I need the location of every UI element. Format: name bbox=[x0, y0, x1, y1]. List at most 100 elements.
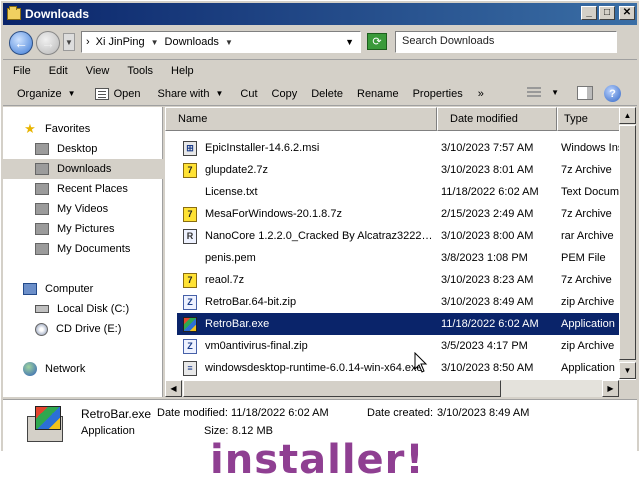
close-button[interactable]: ✕ bbox=[619, 6, 635, 20]
vertical-scrollbar[interactable]: ▲ ▼ bbox=[619, 107, 636, 379]
file-date-cell: 3/10/2023 8:49 AM bbox=[441, 296, 534, 308]
preview-pane-icon[interactable] bbox=[577, 86, 593, 100]
recent-places-icon bbox=[35, 183, 49, 195]
table-row[interactable]: ⊞ EpicInstaller-14.6.2.msi 3/10/2023 7:57 … bbox=[177, 137, 623, 159]
copy-button[interactable]: Copy bbox=[265, 84, 305, 104]
cut-button[interactable]: Cut bbox=[230, 84, 264, 104]
share-with-label: Share with bbox=[157, 87, 210, 100]
view-options-dropdown[interactable]: ▼ bbox=[551, 88, 559, 97]
file-date-cell: 3/10/2023 7:57 AM bbox=[441, 142, 534, 154]
chevron-down-icon[interactable]: ▼ bbox=[225, 38, 233, 47]
file-name-cell: RetroBar.exe bbox=[177, 316, 437, 332]
file-name-cell: Z RetroBar.64-bit.zip bbox=[177, 294, 437, 310]
details-date-modified-label: Date modified: bbox=[157, 407, 228, 419]
network-icon bbox=[23, 362, 37, 376]
table-row[interactable]: ≡ windowsdesktop-runtime-6.0.14-win-x64.e… bbox=[177, 357, 620, 379]
refresh-button[interactable]: ⟳ bbox=[367, 33, 387, 50]
breadcrumb[interactable]: › Xi JinPing ▼ Downloads ▼ ▼ bbox=[81, 31, 361, 53]
menu-tools[interactable]: Tools bbox=[118, 65, 162, 77]
file-name: EpicInstaller-14.6.2.msi bbox=[205, 142, 320, 154]
scroll-right-button[interactable]: ▶ bbox=[602, 380, 619, 397]
maximize-button[interactable]: □ bbox=[599, 6, 615, 20]
breadcrumb-downloads[interactable]: Downloads bbox=[165, 36, 219, 48]
menu-edit[interactable]: Edit bbox=[40, 65, 77, 77]
nav-my-pictures-label: My Pictures bbox=[57, 223, 115, 235]
change-view-icon[interactable] bbox=[527, 87, 541, 99]
nav-my-pictures[interactable]: My Pictures bbox=[3, 219, 163, 239]
nav-local-disk[interactable]: Local Disk (C:) bbox=[3, 299, 163, 319]
nav-computer[interactable]: Computer bbox=[3, 279, 163, 299]
vertical-scroll-thumb[interactable] bbox=[619, 125, 636, 360]
nav-my-documents[interactable]: My Documents bbox=[3, 239, 163, 259]
nav-my-videos[interactable]: My Videos bbox=[3, 199, 163, 219]
details-date-created: 3/10/2023 8:49 AM bbox=[437, 407, 530, 419]
file-name-cell: 7 glupdate2.7z bbox=[177, 162, 437, 178]
title-bar[interactable]: Downloads _ □ ✕ bbox=[3, 3, 637, 25]
table-row[interactable]: R NanoCore 1.2.2.0_Cracked By Alcatraz322… bbox=[177, 225, 620, 247]
file-name: RetroBar.64-bit.zip bbox=[205, 296, 297, 308]
recent-pages-dropdown[interactable]: ▼ bbox=[63, 33, 75, 51]
scroll-down-button[interactable]: ▼ bbox=[619, 362, 636, 379]
table-row[interactable]: penis.pem 3/8/2023 1:08 PM PEM File bbox=[177, 247, 620, 269]
breadcrumb-user[interactable]: Xi JinPing bbox=[96, 36, 145, 48]
rename-button[interactable]: Rename bbox=[350, 84, 406, 104]
table-row[interactable]: Z RetroBar.64-bit.zip 3/10/2023 8:49 AM zip… bbox=[177, 291, 620, 313]
scroll-up-button[interactable]: ▲ bbox=[619, 107, 636, 124]
details-date-modified: 11/18/2022 6:02 AM bbox=[231, 407, 329, 419]
horizontal-scrollbar[interactable]: ◀ ▶ bbox=[165, 380, 619, 397]
forward-button[interactable]: → bbox=[36, 31, 60, 55]
menu-file[interactable]: File bbox=[3, 65, 40, 77]
menu-help[interactable]: Help bbox=[162, 65, 203, 77]
file-date-cell: 11/18/2022 6:02 AM bbox=[441, 318, 539, 330]
nav-downloads-label: Downloads bbox=[57, 163, 112, 175]
column-header-date-modified[interactable]: Date modified bbox=[437, 107, 557, 131]
table-row[interactable]: 7 MesaForWindows-20.1.8.7z 2/15/2023 2:49 … bbox=[177, 203, 620, 225]
chevron-down-icon: ▼ bbox=[215, 89, 224, 98]
nav-network[interactable]: Network bbox=[3, 359, 163, 379]
delete-button[interactable]: Delete bbox=[304, 84, 350, 104]
share-with-button[interactable]: Share with ▼ bbox=[147, 84, 230, 104]
file-name-cell: Zvm0antivirus-final.zip bbox=[177, 338, 437, 354]
scroll-left-button[interactable]: ◀ bbox=[165, 380, 182, 397]
nav-recent-places[interactable]: Recent Places bbox=[3, 179, 163, 199]
table-row[interactable]: 7 glupdate2.7z 3/10/2023 8:01 AM 7z Archive bbox=[177, 159, 620, 181]
desktop-icon bbox=[35, 143, 49, 155]
blank-file-icon bbox=[183, 185, 197, 200]
table-row[interactable]: 7 reaol.7z 3/10/2023 8:23 AM 7z Archive bbox=[177, 269, 620, 291]
file-name-cell: penis.pem bbox=[177, 251, 437, 266]
horizontal-scroll-thumb[interactable] bbox=[183, 380, 501, 397]
table-row[interactable]: License.txt 11/18/2022 6:02 AM Text Docume bbox=[177, 181, 625, 203]
exe-icon bbox=[183, 316, 197, 332]
nav-cd-drive-label: CD Drive (E:) bbox=[56, 323, 122, 335]
organize-button[interactable]: Organize ▼ bbox=[3, 84, 83, 104]
table-row[interactable]: Zvm0antivirus-final.zip 3/5/2023 4:17 PM z… bbox=[177, 335, 620, 357]
open-button[interactable]: Open bbox=[83, 84, 148, 104]
file-name: NanoCore 1.2.2.0_Cracked By Alcatraz3222… bbox=[205, 230, 433, 242]
search-input[interactable]: Search Downloads bbox=[395, 31, 617, 53]
address-history-dropdown[interactable]: ▼ bbox=[345, 37, 354, 47]
help-icon[interactable]: ? bbox=[604, 85, 621, 102]
minimize-button[interactable]: _ bbox=[581, 6, 597, 20]
file-list: Name Date modified Type ⊞ EpicInstaller-1… bbox=[165, 107, 636, 397]
zip-icon: Z bbox=[183, 294, 197, 310]
file-name: penis.pem bbox=[205, 252, 256, 264]
back-button[interactable]: ← bbox=[9, 31, 33, 55]
nav-cd-drive[interactable]: CD Drive (E:) bbox=[3, 319, 163, 339]
file-date-cell: 11/18/2022 6:02 AM bbox=[441, 186, 539, 198]
open-label: Open bbox=[113, 87, 141, 100]
nav-desktop[interactable]: Desktop bbox=[3, 139, 163, 159]
table-row[interactable]: RetroBar.exe 11/18/2022 6:02 AM Applicatio… bbox=[177, 313, 620, 335]
menu-view[interactable]: View bbox=[77, 65, 119, 77]
file-name-cell: 7 reaol.7z bbox=[177, 272, 437, 288]
nav-computer-label: Computer bbox=[45, 283, 94, 295]
details-date-created-label: Date created: bbox=[367, 407, 434, 419]
file-name-cell: License.txt bbox=[177, 185, 437, 200]
properties-button[interactable]: Properties bbox=[406, 84, 470, 104]
column-header-name[interactable]: Name bbox=[165, 107, 437, 131]
nav-favorites[interactable]: ★ Favorites bbox=[3, 119, 163, 139]
more-commands-button[interactable]: » bbox=[470, 84, 492, 104]
nav-downloads[interactable]: Downloads bbox=[3, 159, 163, 179]
downloads-folder-icon bbox=[35, 163, 49, 175]
file-name: RetroBar.exe bbox=[205, 318, 270, 330]
chevron-down-icon[interactable]: ▼ bbox=[151, 38, 159, 47]
